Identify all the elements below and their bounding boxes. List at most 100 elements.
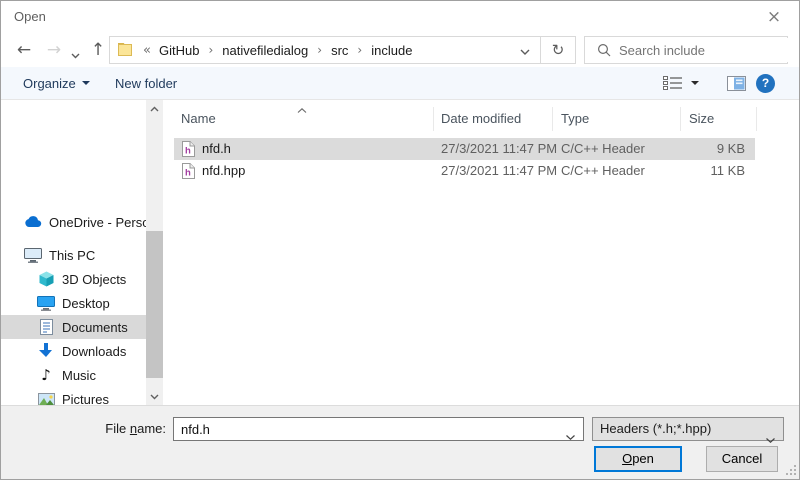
column-header-size[interactable]: Size (689, 111, 714, 126)
back-button[interactable]: ← (13, 39, 35, 61)
desktop-monitor-icon (37, 294, 55, 312)
chevron-down-icon (691, 81, 699, 85)
breadcrumb-separator-icon: › (310, 43, 329, 57)
folder-icon (118, 42, 135, 59)
download-arrow-icon (37, 342, 55, 360)
file-size: 9 KB (681, 141, 745, 156)
address-bar[interactable]: « GitHub › nativefiledialog › src › incl… (109, 36, 576, 64)
search-icon (597, 43, 611, 57)
sidebar-item-documents[interactable]: Documents (1, 315, 146, 339)
file-type-value: Headers (*.h;*.hpp) (600, 421, 711, 436)
column-header-type[interactable]: Type (561, 111, 589, 126)
cancel-button[interactable]: Cancel (706, 446, 778, 472)
file-name-input[interactable] (174, 418, 583, 440)
preview-pane-icon (727, 76, 746, 91)
svg-text:h: h (185, 146, 191, 157)
sidebar-item-label: Music (62, 368, 96, 383)
recent-locations-chevron-icon[interactable] (71, 47, 80, 62)
change-view-button[interactable] (663, 75, 699, 90)
chevron-down-icon (82, 81, 90, 85)
breadcrumb-item[interactable]: src (329, 43, 350, 58)
title-bar: Open × (1, 1, 799, 33)
column-divider[interactable] (680, 107, 681, 131)
file-type-select[interactable]: Headers (*.h;*.hpp) (592, 417, 784, 441)
sidebar-item-label: This PC (49, 248, 95, 263)
help-question-icon: ? (762, 76, 769, 90)
new-folder-label: New folder (115, 76, 177, 91)
sidebar-item-downloads[interactable]: Downloads (1, 339, 146, 363)
dialog-content: OneDrive - Person This PC 3D Objects Des… (1, 100, 799, 405)
svg-text:h: h (185, 168, 191, 179)
column-header-row: Name Date modified Type Size (173, 105, 799, 132)
scrollbar-thumb[interactable] (146, 231, 163, 378)
file-row-nfd-h[interactable]: h nfd.h 27/3/2021 11:47 PM C/C++ Header … (174, 138, 755, 160)
column-header-name[interactable]: Name (181, 111, 216, 126)
header-file-icon: h (182, 163, 195, 182)
open-file-dialog: Open × ← → ↑ « GitHub › nativefiledialog… (0, 0, 800, 480)
sort-ascending-icon (297, 101, 307, 116)
sidebar-item-label: 3D Objects (62, 272, 126, 287)
computer-icon (24, 246, 42, 264)
file-name-label: File name: (1, 417, 166, 441)
file-row-nfd-hpp[interactable]: h nfd.hpp 27/3/2021 11:47 PM C/C++ Heade… (174, 160, 755, 182)
document-icon (37, 318, 55, 336)
sidebar-item-onedrive[interactable]: OneDrive - Person (1, 210, 146, 234)
file-date-modified: 27/3/2021 11:47 PM (441, 141, 557, 156)
sidebar-item-desktop[interactable]: Desktop (1, 291, 146, 315)
sidebar-item-label: OneDrive - Person (49, 215, 146, 230)
breadcrumb-separator-icon: › (201, 43, 220, 57)
column-divider[interactable] (552, 107, 553, 131)
breadcrumb-overflow-chevron[interactable]: « (143, 43, 157, 58)
file-type: C/C++ Header (561, 141, 645, 156)
refresh-icon[interactable]: ↻ (541, 41, 575, 59)
sidebar-item-label: Desktop (62, 296, 110, 311)
command-toolbar: Organize New folder ? (1, 67, 799, 100)
file-type: C/C++ Header (561, 163, 645, 178)
file-name-combobox (173, 417, 584, 441)
close-icon[interactable]: × (762, 6, 786, 28)
dialog-title: Open (14, 9, 46, 24)
file-name-dropdown-chevron-icon[interactable] (566, 428, 575, 443)
sidebar-item-this-pc[interactable]: This PC (1, 243, 146, 267)
column-divider[interactable] (433, 107, 434, 131)
column-header-date-modified[interactable]: Date modified (441, 111, 521, 126)
search-box (584, 36, 788, 64)
sidebar-item-3d-objects[interactable]: 3D Objects (1, 267, 146, 291)
navigation-pane: OneDrive - Person This PC 3D Objects Des… (1, 100, 146, 405)
picture-icon (37, 390, 55, 405)
help-button[interactable]: ? (756, 74, 775, 93)
organize-label: Organize (23, 76, 76, 91)
organize-button[interactable]: Organize (23, 67, 90, 99)
breadcrumb-separator-icon: › (350, 43, 369, 57)
resize-grip[interactable] (786, 464, 797, 479)
navigation-bar: ← → ↑ « GitHub › nativefiledialog › src … (1, 33, 799, 67)
onedrive-cloud-icon (24, 213, 42, 231)
sidebar-item-pictures[interactable]: Pictures (1, 387, 146, 405)
file-date-modified: 27/3/2021 11:47 PM (441, 163, 557, 178)
forward-button[interactable]: → (43, 39, 65, 61)
address-dropdown-chevron-icon[interactable] (510, 43, 540, 58)
file-name: nfd.hpp (202, 163, 245, 178)
sidebar-scrollbar[interactable] (146, 100, 163, 405)
scroll-up-icon[interactable] (146, 100, 163, 117)
details-view-icon (663, 75, 683, 90)
search-input[interactable] (619, 38, 795, 62)
sidebar-item-label: Downloads (62, 344, 126, 359)
preview-pane-button[interactable] (727, 76, 746, 94)
file-size: 11 KB (681, 163, 745, 178)
cube-3d-icon (37, 270, 55, 288)
music-note-icon: ♪ (37, 366, 55, 384)
scroll-down-icon[interactable] (146, 388, 163, 405)
column-divider[interactable] (756, 107, 757, 131)
sidebar-item-label: Pictures (62, 392, 109, 406)
sidebar-item-label: Documents (62, 320, 128, 335)
breadcrumb-item[interactable]: include (369, 43, 414, 58)
file-list: Name Date modified Type Size h nfd.h 27/… (173, 100, 799, 405)
breadcrumb-item[interactable]: nativefiledialog (220, 43, 310, 58)
open-button[interactable]: Open (594, 446, 682, 472)
new-folder-button[interactable]: New folder (115, 67, 177, 99)
breadcrumb-item[interactable]: GitHub (157, 43, 201, 58)
file-name: nfd.h (202, 141, 231, 156)
up-button[interactable]: ↑ (87, 39, 109, 61)
sidebar-item-music[interactable]: ♪ Music (1, 363, 146, 387)
